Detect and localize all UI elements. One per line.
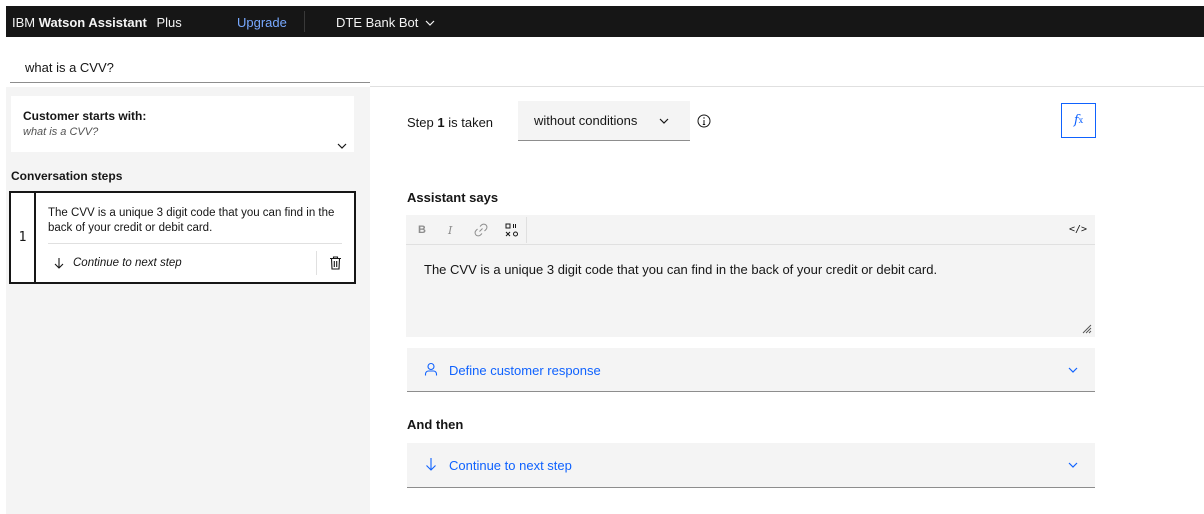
assistant-message-editor[interactable]: B I </> The CVV is a unique 3 digit code… (406, 215, 1095, 337)
define-customer-response-row[interactable]: Define customer response (407, 348, 1095, 392)
conversation-steps-heading: Conversation steps (11, 169, 123, 183)
variables-fx-button[interactable]: fx (1061, 103, 1096, 138)
link-icon[interactable] (474, 223, 488, 237)
action-title-field[interactable]: what is a CVV? (25, 60, 114, 75)
product-name[interactable]: IBM Watson Assistant Plus (12, 15, 182, 30)
user-icon (424, 362, 438, 376)
editor-toolbar: B I </> (406, 215, 1095, 245)
top-navigation-bar: IBM Watson Assistant Plus Upgrade DTE Ba… (6, 6, 1204, 37)
chevron-down-icon (425, 20, 435, 26)
condition-value: without conditions (534, 113, 638, 128)
customer-starts-label: Customer starts with: (23, 109, 147, 123)
and-then-heading: And then (407, 417, 464, 432)
header-divider-line (370, 86, 1204, 87)
and-then-dropdown[interactable]: Continue to next step (407, 443, 1095, 488)
chevron-down-icon (1068, 367, 1078, 373)
step-prefix: Step (407, 115, 434, 130)
customer-starts-value: what is a CVV? (23, 126, 99, 138)
step-divider (48, 243, 342, 244)
chevron-down-icon (1068, 462, 1078, 468)
fx-icon-sub: x (1078, 116, 1084, 125)
code-view-button[interactable]: </> (1069, 224, 1087, 235)
condition-dropdown[interactable]: without conditions (518, 101, 690, 141)
and-then-value: Continue to next step (449, 458, 572, 473)
assistant-switcher[interactable]: DTE Bank Bot (336, 15, 436, 30)
bot-name: DTE Bank Bot (336, 15, 419, 30)
chevron-down-icon[interactable] (336, 140, 348, 152)
define-customer-response-label: Define customer response (449, 363, 601, 378)
arrow-down-icon (54, 258, 64, 269)
header-divider (304, 11, 305, 32)
arrow-down-icon (426, 458, 436, 471)
customer-starts-card[interactable]: Customer starts with: what is a CVV? (11, 96, 354, 152)
step-number-bold: 1 (437, 115, 445, 130)
assistant-message-text[interactable]: The CVV is a unique 3 digit code that yo… (424, 262, 937, 277)
trash-icon[interactable] (329, 256, 342, 270)
plan-label: Plus (156, 15, 182, 30)
upgrade-link[interactable]: Upgrade (237, 15, 287, 30)
step-condition-label: Step 1 is taken (407, 115, 493, 130)
resize-handle-icon[interactable] (1082, 324, 1092, 334)
chevron-down-icon (659, 118, 669, 124)
assistant-says-heading: Assistant says (407, 190, 499, 205)
step-next-action: Continue to next step (53, 257, 182, 269)
brand-prefix: IBM (12, 15, 36, 30)
step-suffix: is taken (448, 115, 494, 130)
step-action-divider (316, 251, 317, 275)
step-number: 1 (11, 193, 36, 282)
italic-button[interactable]: I (448, 224, 452, 237)
toolbar-divider (526, 217, 527, 243)
title-underline (10, 82, 370, 83)
conversation-step-1[interactable]: 1 The CVV is a unique 3 digit code that … (9, 191, 356, 284)
brand-product: Watson Assistant (38, 15, 147, 30)
step-next-label: Continue to next step (73, 257, 182, 269)
bold-button[interactable]: B (418, 224, 426, 236)
step-summary-text: The CVV is a unique 3 digit code that yo… (48, 207, 335, 234)
info-icon[interactable] (697, 114, 711, 128)
variable-insert-icon[interactable] (505, 223, 519, 237)
